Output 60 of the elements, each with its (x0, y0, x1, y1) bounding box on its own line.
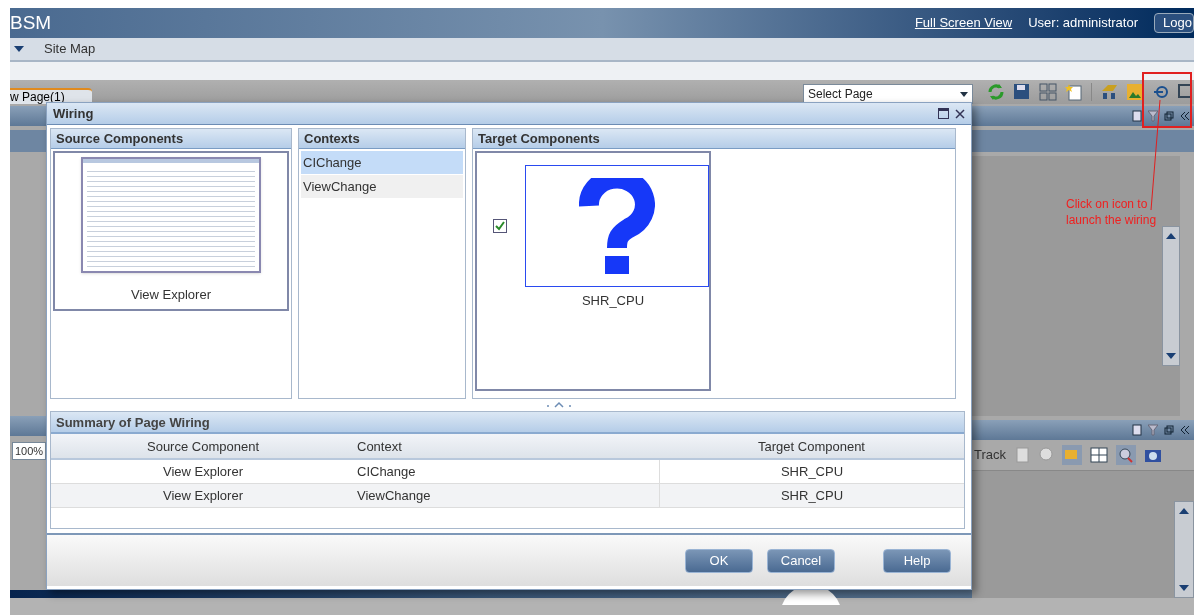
column-header[interactable]: Context (355, 434, 659, 460)
table-cell-text: View Explorer (162, 487, 244, 505)
collapse-icon[interactable] (1180, 425, 1190, 435)
panel-title: Source Components (51, 129, 291, 149)
restore-icon[interactable] (1164, 425, 1174, 435)
menu-item[interactable]: Site Map (44, 39, 96, 59)
annotation-text: Click on icon to launch the wiring (1066, 196, 1158, 228)
dialog-button[interactable]: OK (685, 548, 753, 573)
filter-icon[interactable] (1148, 424, 1158, 436)
save-icon[interactable] (1013, 83, 1031, 101)
scroll-down-icon[interactable] (1166, 353, 1176, 361)
select-page-dropdown[interactable]: Select Page (803, 84, 973, 104)
scroll-up-icon[interactable] (1166, 231, 1176, 239)
context-item[interactable]: CIChange (301, 151, 463, 175)
checkbox[interactable] (493, 219, 507, 233)
table-cell-text: View Explorer (162, 463, 244, 481)
scroll-down-icon[interactable] (1179, 585, 1189, 593)
dialog-button[interactable]: Cancel (767, 548, 835, 573)
scroll-up-icon[interactable] (1179, 506, 1189, 514)
table-cell: SHR_CPU (659, 484, 964, 508)
document-icon[interactable] (1132, 110, 1142, 122)
panel-title: Target Components (473, 129, 955, 149)
dialog-title: Wiring (53, 104, 95, 123)
caret-icon (960, 91, 968, 97)
table-icon[interactable] (1090, 447, 1109, 463)
dropdown-caret-icon[interactable] (14, 46, 24, 52)
page-tab[interactable]: w Page(1) (10, 88, 92, 104)
close-icon[interactable] (955, 108, 965, 119)
dialog-button[interactable]: Help (883, 548, 951, 573)
scrollbar[interactable] (1174, 501, 1194, 598)
component-label: SHR_CPU (581, 292, 645, 310)
panel-title: Summary of Page Wiring (51, 412, 964, 434)
splitter-handle-icon[interactable] (544, 401, 574, 409)
full-screen-link[interactable]: Full Screen View (914, 13, 1013, 33)
logout-button[interactable]: Logo (1154, 13, 1194, 33)
component-label: View Explorer (131, 286, 211, 304)
app-title: BSM (10, 10, 52, 35)
panel-title: Contexts (299, 129, 465, 149)
source-component-card[interactable]: View Explorer (53, 151, 289, 311)
search-icon[interactable] (1116, 445, 1137, 465)
restore-icon[interactable] (1164, 111, 1174, 121)
context-item[interactable]: ViewChange (301, 175, 463, 199)
document-icon[interactable] (1132, 424, 1142, 436)
grid-icon[interactable] (1039, 83, 1057, 101)
camera-icon[interactable] (1144, 447, 1163, 463)
track-label: Track (974, 446, 1007, 465)
zoom-field[interactable]: 100% (12, 441, 47, 461)
maximize-icon[interactable] (938, 108, 949, 119)
image-icon[interactable] (1126, 83, 1144, 101)
column-header[interactable]: Source Component (51, 434, 355, 460)
highlight-frame (1142, 72, 1192, 128)
filter-icon[interactable] (1148, 110, 1158, 122)
scrollbar[interactable] (1162, 226, 1180, 366)
table-cell-text: ViewChange (356, 487, 432, 505)
table-cell-text: CIChange (356, 463, 417, 481)
column-header[interactable]: Target Component (659, 434, 964, 460)
collapse-icon[interactable] (1180, 111, 1190, 121)
new-page-icon[interactable] (1065, 83, 1083, 101)
question-mark-icon (525, 165, 709, 287)
user-label: User: administrator (1028, 14, 1138, 33)
